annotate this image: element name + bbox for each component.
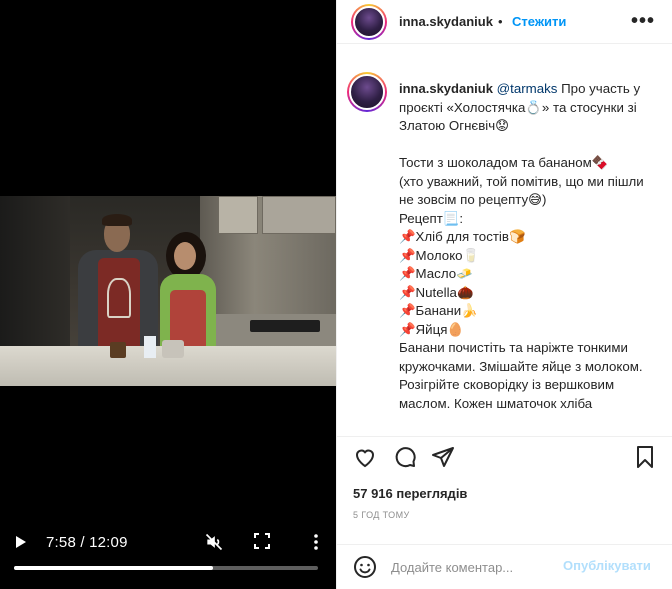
video-scene-cabinet: [218, 196, 258, 234]
emoji-icon[interactable]: [353, 555, 377, 579]
avatar[interactable]: [351, 4, 387, 40]
follow-button[interactable]: Стежити: [512, 14, 566, 29]
caption-username[interactable]: inna.skydaniuk: [399, 81, 493, 96]
more-options-icon[interactable]: •••: [631, 10, 655, 33]
caption-mention[interactable]: @tarmaks: [497, 81, 558, 96]
fullscreen-icon[interactable]: [254, 533, 270, 549]
video-scene-ingredients: [110, 336, 190, 358]
heart-icon[interactable]: [353, 445, 377, 469]
video-controls: 7:58 / 12:09: [0, 528, 336, 589]
caption-avatar[interactable]: [347, 72, 387, 112]
video-progress-fill: [14, 566, 214, 570]
video-progress-bar[interactable]: [14, 566, 318, 570]
post-header: inna.skydaniuk • Стежити •••: [337, 0, 672, 44]
separator-dot: •: [498, 14, 503, 29]
post-actions: [337, 436, 672, 476]
share-icon[interactable]: [431, 445, 455, 469]
post-sidebar: inna.skydaniuk • Стежити ••• inna.skydan…: [336, 0, 672, 589]
header-username[interactable]: inna.skydaniuk: [399, 14, 493, 29]
views-count[interactable]: 57 916 переглядів: [353, 486, 467, 501]
comment-input[interactable]: [391, 557, 561, 577]
post-caption: inna.skydaniuk @tarmaks Про участь у про…: [337, 70, 672, 436]
bookmark-icon[interactable]: [633, 445, 657, 469]
video-player[interactable]: 7:58 / 12:09: [0, 0, 336, 589]
more-options-icon[interactable]: [307, 532, 325, 552]
comment-bar: Опублікувати: [337, 544, 672, 589]
video-scene-stove: [250, 320, 320, 332]
video-frame[interactable]: [0, 196, 336, 386]
video-scene-cabinet: [262, 196, 336, 234]
muted-speaker-icon[interactable]: [204, 532, 224, 552]
play-icon[interactable]: [16, 536, 26, 548]
publish-button[interactable]: Опублікувати: [563, 558, 651, 573]
post-timestamp[interactable]: 5 ГОД ТОМУ: [353, 510, 410, 520]
caption-text: inna.skydaniuk @tarmaks Про участь у про…: [399, 80, 661, 413]
comment-icon[interactable]: [393, 445, 417, 469]
video-time: 7:58 / 12:09: [46, 534, 128, 551]
caption-body: Про участь у проєкті «Холостячка💍» та ст…: [399, 81, 644, 411]
